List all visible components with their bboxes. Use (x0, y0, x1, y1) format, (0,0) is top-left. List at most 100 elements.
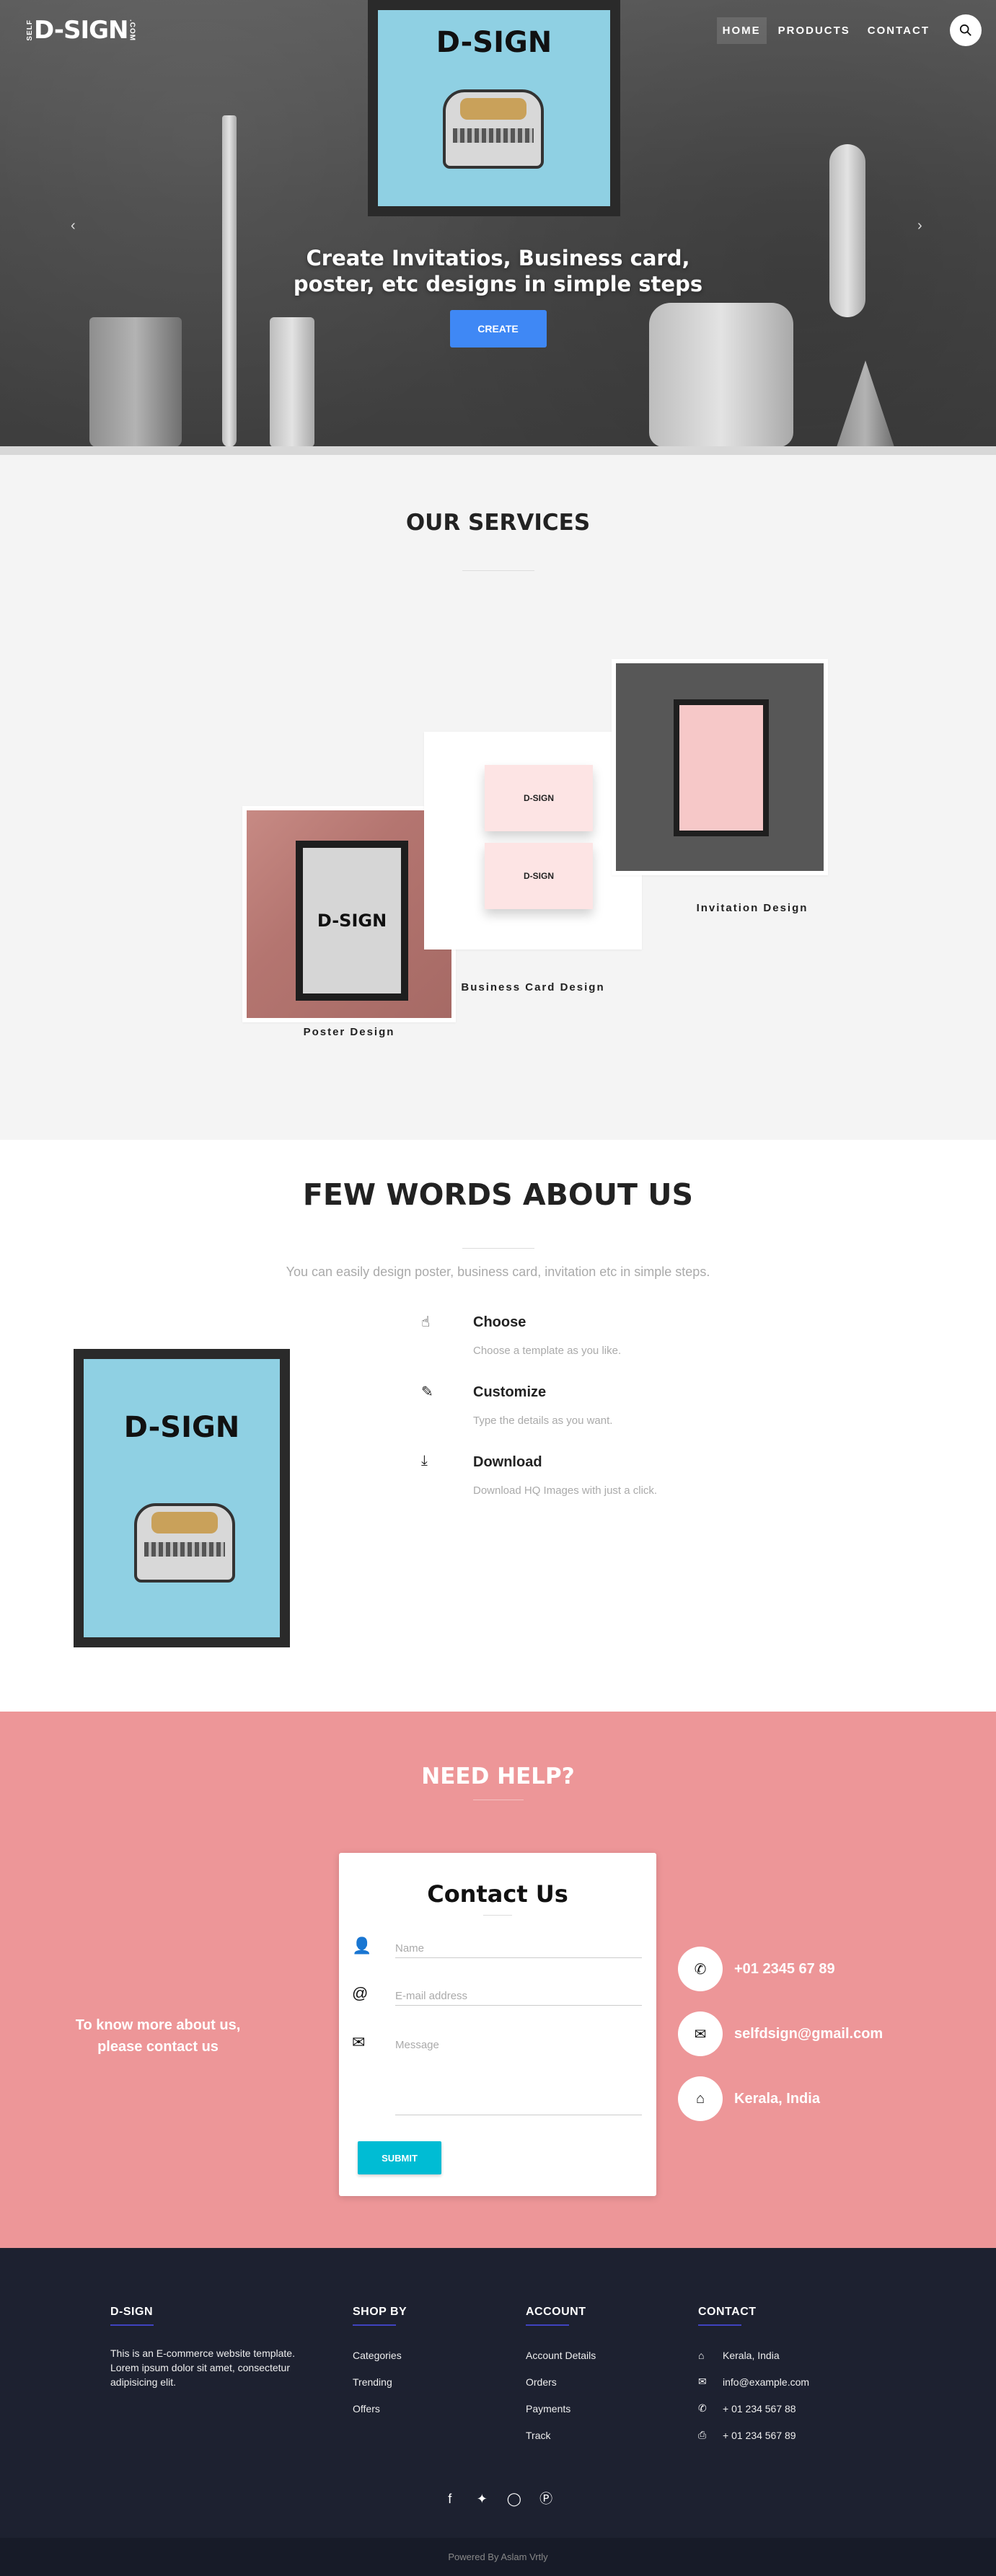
services-divider (462, 570, 534, 571)
logo-suffix: .COM (128, 19, 136, 42)
message-field-row: ✉ (352, 2033, 642, 2120)
nav-products[interactable]: PRODUCTS (772, 17, 856, 44)
footer-contact-text[interactable]: info@example.com (723, 2376, 809, 2388)
step-title: Download (473, 1454, 542, 1470)
footer-about: D-SIGN This is an E-commerce website tem… (110, 2306, 298, 2389)
step-desc: Type the details as you want. (473, 1415, 613, 1427)
hero-caption: Create Invitatios, Business card, poster… (0, 245, 996, 348)
home-icon: ⌂ (678, 2076, 723, 2121)
contact-form-title: Contact Us (427, 1880, 568, 1908)
about-subtitle: You can easily design poster, business c… (286, 1265, 710, 1279)
name-input[interactable] (395, 1939, 642, 1958)
pinterest-icon[interactable]: Ⓟ (539, 2489, 553, 2508)
footer-contact: CONTACT ⌂ Kerala, India ✉ info@example.com… (698, 2306, 809, 2448)
footer-link[interactable]: Trending (353, 2368, 407, 2395)
know-more-text: To know more about us, please contact us (75, 2017, 241, 2055)
user-icon: 👤 (352, 1937, 372, 1955)
social-links: f ✦ ◯ Ⓟ (0, 2489, 996, 2508)
footer-contact-item: ✆ + 01 234 567 88 (698, 2395, 809, 2422)
footer-link[interactable]: Categories (353, 2342, 407, 2368)
business-card-image: D-SIGN D-SIGN (428, 736, 638, 945)
footer-contact-title: CONTACT (698, 2306, 757, 2318)
envelope-icon: ✉ (698, 2376, 707, 2387)
search-button[interactable] (950, 14, 982, 46)
nav-home[interactable]: HOME (716, 17, 767, 44)
contact-email-text[interactable]: selfdsign@gmail.com (734, 2026, 883, 2042)
footer-link[interactable]: Payments (526, 2395, 596, 2422)
home-icon: ⌂ (698, 2349, 705, 2361)
logo-name: D-SIGN (34, 16, 128, 45)
footer-contact-item: ⌂ Kerala, India (698, 2342, 809, 2368)
about-poster-logo: D-SIGN (123, 1411, 240, 1444)
email-field-row: @ (352, 1984, 642, 2013)
create-button[interactable]: CREATE (449, 310, 547, 348)
footer-shop-title: SHOP BY (353, 2306, 407, 2318)
footer-about-text: This is an E-commerce website template. … (110, 2347, 295, 2388)
service-card-business[interactable]: D-SIGN D-SIGN (424, 732, 642, 950)
carousel-prev-icon[interactable]: ‹ (71, 218, 76, 234)
footer-link[interactable]: Orders (526, 2368, 596, 2395)
business-card-front: D-SIGN (485, 765, 593, 831)
at-sign-icon: @ (352, 1984, 369, 2002)
hero-headline-line1: Create Invitatios, Business card, (306, 246, 690, 270)
poster-image: D-SIGN (247, 810, 451, 1018)
invitation-image (616, 663, 824, 871)
car-illustration (443, 89, 544, 169)
service-card-invitation[interactable] (612, 659, 828, 875)
message-input[interactable] (395, 2036, 642, 2115)
carousel-next-icon[interactable]: › (917, 218, 922, 234)
shelf (0, 446, 996, 455)
help-title: NEED HELP? (421, 1763, 575, 1789)
service-label-poster: Poster Design (303, 1026, 395, 1038)
contact-form: Contact Us 👤 @ ✉ SUBMIT (339, 1853, 656, 2196)
help-section: NEED HELP? To know more about us, please… (0, 1712, 996, 2248)
step-desc: Choose a template as you like. (473, 1345, 622, 1357)
poster-logo: D-SIGN (303, 848, 401, 993)
services-section: OUR SERVICES D-SIGN Poster Design D-SIGN… (0, 455, 996, 1140)
nav-contact[interactable]: CONTACT (862, 17, 935, 44)
footer-shop: SHOP BY Categories Trending Offers (353, 2306, 407, 2422)
service-label-business: Business Card Design (461, 981, 605, 993)
footer-link[interactable]: Account Details (526, 2342, 596, 2368)
site-logo[interactable]: SELF D-SIGN .COM (26, 16, 136, 45)
powered-by: Powered By Aslam Vrtly (0, 2538, 996, 2576)
envelope-icon: ✉ (352, 2033, 366, 2051)
email-input[interactable] (395, 1987, 642, 2006)
about-poster-image: D-SIGN (74, 1349, 290, 1647)
footer-about-title: D-SIGN (110, 2306, 153, 2318)
logo-prefix: SELF (26, 19, 34, 41)
twitter-icon[interactable]: ✦ (475, 2492, 489, 2507)
footer-contact-text: + 01 234 567 88 (723, 2402, 796, 2415)
pointer-hand-icon: ☝ (421, 1314, 431, 1330)
car-illustration (134, 1503, 235, 1583)
contact-phone-text[interactable]: +01 2345 67 89 (734, 1961, 835, 1978)
facebook-icon[interactable]: f (443, 2492, 457, 2507)
about-divider (462, 1248, 534, 1249)
about-section: FEW WORDS ABOUT US You can easily design… (0, 1140, 996, 1712)
submit-button[interactable]: SUBMIT (358, 2141, 441, 2174)
phone-icon: ✆ (698, 2402, 707, 2414)
instagram-icon[interactable]: ◯ (507, 2492, 521, 2507)
step-title: Choose (473, 1314, 526, 1330)
contact-phone: ✆ +01 2345 67 89 (678, 1947, 835, 1991)
phone-icon: ✆ (678, 1947, 723, 1991)
footer-link[interactable]: Track (526, 2422, 596, 2448)
search-icon (959, 24, 971, 36)
hero-headline: Create Invitatios, Business card, poster… (0, 245, 996, 297)
footer: D-SIGN This is an E-commerce website tem… (0, 2248, 996, 2538)
about-title: FEW WORDS ABOUT US (302, 1177, 694, 1212)
pencil-ruler-icon: ✎ (421, 1384, 433, 1400)
services-title: OUR SERVICES (405, 510, 591, 536)
footer-contact-item: ⎙ + 01 234 567 89 (698, 2422, 809, 2448)
contact-location-text: Kerala, India (734, 2090, 820, 2107)
footer-link[interactable]: Offers (353, 2395, 407, 2422)
envelope-icon: ✉ (678, 2011, 723, 2056)
footer-contact-text: Kerala, India (723, 2349, 780, 2361)
service-label-invitation: Invitation Design (696, 902, 808, 914)
nav-menu: HOME PRODUCTS CONTACT (716, 14, 982, 46)
hero-banner: D-SIGN SELF D-SIGN .COM HOME PRODUCTS CO… (0, 0, 996, 455)
step-title: Customize (473, 1384, 547, 1400)
hero-headline-line2: poster, etc designs in simple steps (293, 272, 703, 296)
contact-email: ✉ selfdsign@gmail.com (678, 2011, 883, 2056)
download-icon: ⤓ (421, 1453, 428, 1469)
